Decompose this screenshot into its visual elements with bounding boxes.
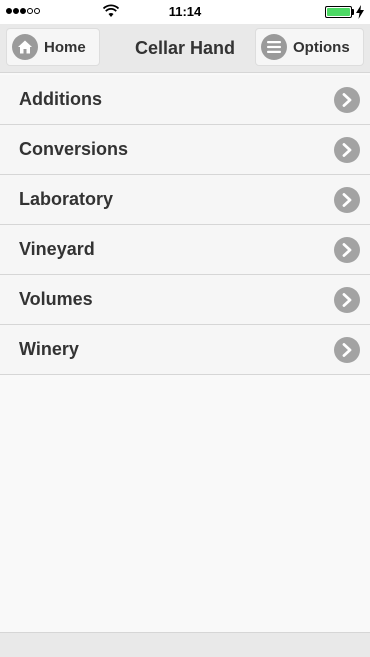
list-item-conversions[interactable]: Conversions bbox=[0, 125, 370, 175]
menu-icon bbox=[261, 34, 287, 60]
chevron-right-icon bbox=[334, 237, 360, 263]
list-item-laboratory[interactable]: Laboratory bbox=[0, 175, 370, 225]
status-time: 11:14 bbox=[168, 4, 202, 19]
options-button[interactable]: Options bbox=[255, 28, 364, 66]
list-item-label: Additions bbox=[19, 89, 102, 109]
chevron-right-icon bbox=[334, 87, 360, 113]
battery-icon bbox=[325, 6, 352, 18]
battery-tip bbox=[352, 9, 354, 15]
chevron-right-icon bbox=[334, 337, 360, 363]
list-item-label: Volumes bbox=[19, 289, 93, 309]
list-item-label: Laboratory bbox=[19, 189, 114, 209]
options-button-label: Options bbox=[293, 38, 350, 56]
chevron-right-icon bbox=[334, 187, 360, 213]
chevron-right-icon bbox=[334, 287, 360, 313]
list-item-label: Winery bbox=[19, 339, 79, 359]
app-footer bbox=[0, 632, 370, 657]
list-item-winery[interactable]: Winery bbox=[0, 325, 370, 375]
status-bar: 11:14 bbox=[0, 0, 370, 24]
list-item-label: Vineyard bbox=[19, 239, 95, 259]
list-item-additions[interactable]: Additions bbox=[0, 75, 370, 125]
battery-level bbox=[327, 8, 350, 16]
app-header: Home Cellar Hand Options bbox=[0, 24, 370, 73]
charging-icon bbox=[356, 5, 364, 19]
category-list: Additions Conversions Laboratory Vineyar… bbox=[0, 75, 370, 375]
list-item-vineyard[interactable]: Vineyard bbox=[0, 225, 370, 275]
list-item-volumes[interactable]: Volumes bbox=[0, 275, 370, 325]
chevron-right-icon bbox=[334, 137, 360, 163]
list-item-label: Conversions bbox=[19, 139, 129, 159]
